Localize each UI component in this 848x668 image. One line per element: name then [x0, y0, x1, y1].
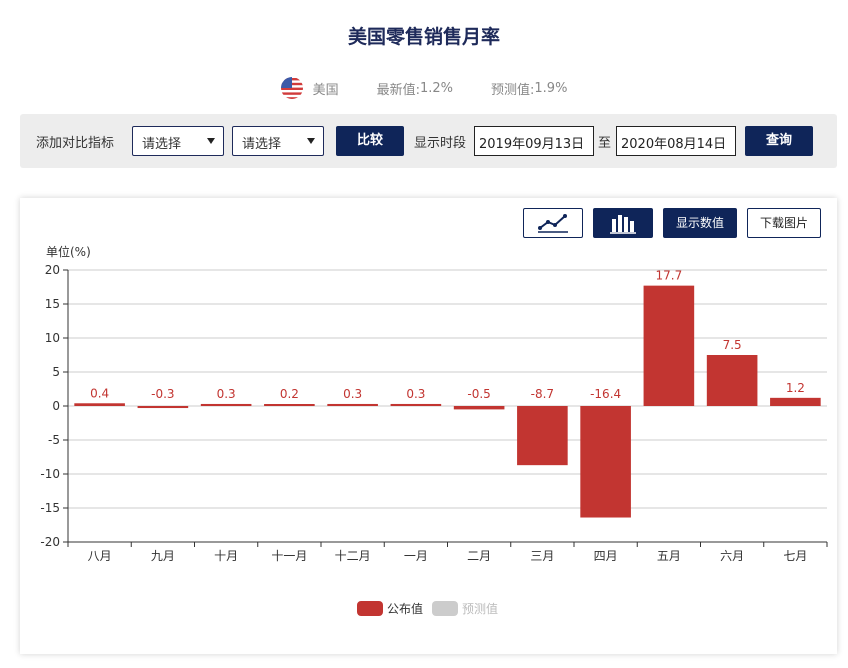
page-title: 美国零售销售月率 [347, 26, 500, 48]
indicator-info-row: 美国 最新值: 1.2% 预测值: 1.9% [0, 76, 848, 100]
indicator-select-1-value: 请选择 [142, 137, 182, 152]
forecast-value: 1.9% [534, 80, 568, 96]
compare-button[interactable]: 比较 [336, 126, 404, 156]
data-label: 1.2 [786, 381, 805, 395]
data-label-layer: 0.4 -0.3 0.3 0.2 0.3 0.3 -0.5 -8.7 -16.4 17.7 7.5 1… [90, 269, 805, 401]
legend-label-published: 公布值 [387, 601, 423, 616]
chevron-down-icon [307, 138, 315, 144]
axis-layer: 20 15 10 5 0 -5 -10 -15 -20 八月 九月 十月 十一月 十二月 一月 二月 三月 四月 五… [40, 263, 828, 563]
y-tick-label: 10 [45, 331, 60, 345]
indicator-select-2[interactable]: 请选择 [232, 126, 324, 156]
x-tick-label: 十一月 [271, 549, 307, 563]
x-tick-label: 四月 [594, 549, 618, 563]
y-tick-label: -5 [48, 433, 60, 447]
chart-card: 显示数值 下载图片 单位(%) 0.4 -0.3 0.3 0.2 0.3 0.3 -0.5-… [20, 198, 837, 654]
data-label: 0.3 [406, 387, 425, 401]
legend-label-forecast: 预测值 [462, 601, 498, 616]
start-date-input[interactable]: 2019年09月13日 [474, 126, 594, 156]
us-flag-icon [280, 77, 303, 99]
y-unit-label: 单位(%) [46, 244, 91, 259]
x-tick-label: 九月 [151, 549, 175, 563]
bar [137, 406, 189, 409]
x-tick-label: 十二月 [335, 549, 371, 563]
indicator-select-2-value: 请选择 [242, 137, 282, 152]
y-tick-label: 15 [45, 297, 60, 311]
x-tick-label: 五月 [657, 549, 681, 563]
bar [74, 403, 125, 406]
legend-swatch-published [357, 601, 383, 616]
bar [643, 285, 695, 406]
data-label: 0.2 [280, 387, 299, 401]
x-tick-label: 十月 [214, 549, 238, 563]
data-label: -8.7 [531, 387, 554, 401]
bar [706, 355, 758, 406]
y-tick-label: -15 [40, 501, 60, 515]
bar-chart: 单位(%) 0.4 -0.3 0.3 0.2 0.3 0.3 -0.5 -8.7 -16.4 17… [40, 244, 828, 616]
bar [580, 406, 631, 518]
data-label: 0.3 [343, 387, 362, 401]
chevron-down-icon [207, 138, 215, 144]
data-label: -16.4 [590, 387, 621, 401]
bar [453, 406, 505, 410]
query-button[interactable]: 查询 [745, 126, 813, 156]
data-label: 0.3 [217, 387, 236, 401]
bar [390, 403, 442, 406]
compare-label: 添加对比指标 [36, 136, 115, 151]
latest-value: 1.2% [419, 80, 453, 96]
y-tick-label: 5 [52, 365, 60, 379]
x-tick-label: 六月 [720, 549, 744, 563]
x-tick-label: 一月 [404, 549, 428, 563]
country-name: 美国 [312, 82, 339, 98]
bar [517, 406, 568, 466]
bar [200, 403, 252, 406]
data-label: -0.5 [467, 387, 490, 401]
data-label: 17.7 [656, 269, 683, 283]
latest-value-label: 最新值: [376, 82, 420, 98]
bar-layer [74, 285, 821, 518]
legend: 公布值 预测值 [357, 601, 498, 616]
data-label: 7.5 [723, 338, 742, 352]
end-date-input[interactable]: 2020年08月14日 [616, 126, 736, 156]
x-tick-label: 三月 [530, 549, 554, 563]
bar [327, 403, 378, 406]
y-tick-label: -10 [40, 467, 60, 481]
data-label: -0.3 [151, 387, 174, 401]
to-label: 至 [598, 136, 612, 151]
forecast-value-label: 预测值: [491, 82, 535, 98]
period-label: 显示时段 [414, 136, 467, 151]
y-tick-label: 20 [45, 263, 60, 277]
bar [264, 404, 315, 406]
legend-swatch-forecast [432, 601, 458, 616]
data-label: 0.4 [90, 386, 109, 400]
bar [770, 397, 821, 406]
x-tick-label: 二月 [467, 549, 491, 563]
compare-toolbar: 添加对比指标 请选择 请选择 比较 显示时段 2019年09月13日 至 202… [20, 114, 837, 168]
y-tick-label: 0 [52, 399, 60, 413]
indicator-select-1[interactable]: 请选择 [132, 126, 224, 156]
x-tick-label: 七月 [783, 549, 807, 563]
x-tick-label: 八月 [88, 549, 112, 563]
y-tick-label: -20 [40, 535, 60, 549]
